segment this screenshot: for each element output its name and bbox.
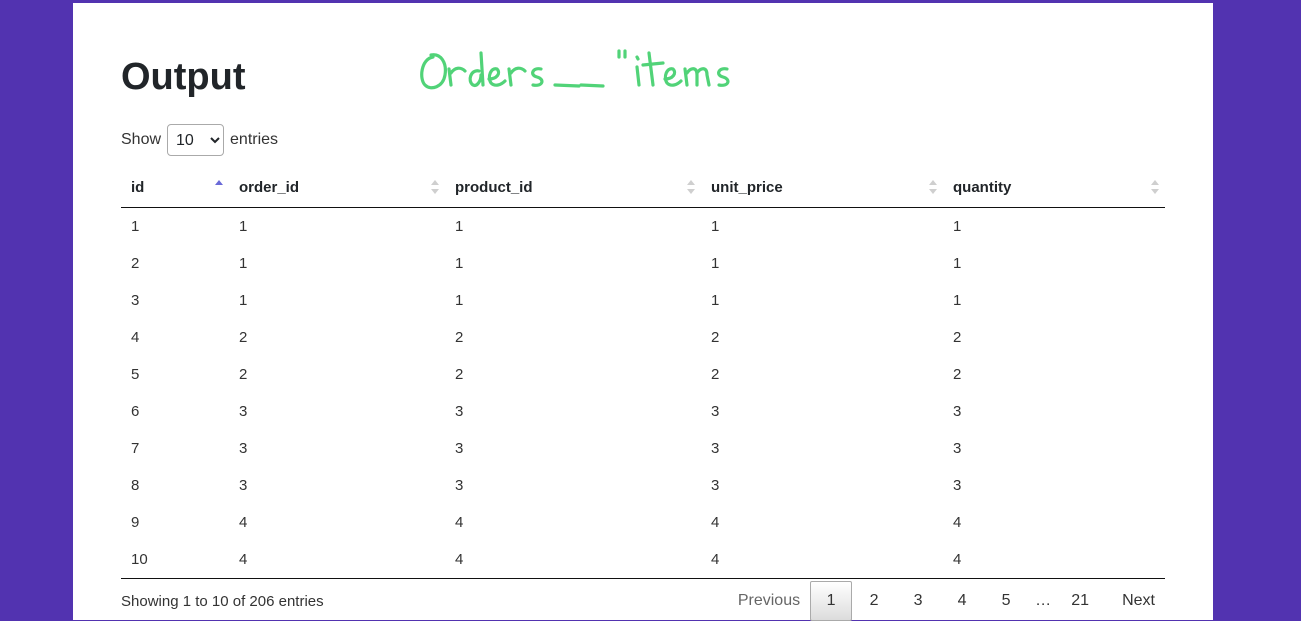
table-row: 4 2 2 2 2: [121, 319, 1165, 356]
table-cell: 1: [711, 292, 720, 309]
column-header-id[interactable]: id: [121, 167, 229, 208]
page-button-2[interactable]: 2: [852, 581, 896, 621]
length-menu: Show 10 entries: [121, 124, 278, 156]
table-cell: 3: [455, 477, 464, 494]
column-header-unit-price[interactable]: unit_price: [701, 167, 943, 208]
column-header-order-id[interactable]: order_id: [229, 167, 445, 208]
previous-page-button[interactable]: Previous: [728, 581, 810, 621]
length-prefix-label: Show: [121, 131, 162, 148]
page-button-1[interactable]: 1: [810, 581, 853, 621]
table-cell: 1: [953, 255, 962, 272]
table-row: 6 3 3 3 3: [121, 393, 1165, 430]
table-cell: 4: [445, 541, 701, 579]
column-header-label: unit_price: [711, 178, 783, 196]
page-button-5[interactable]: 5: [984, 581, 1028, 621]
table-cell: 3: [239, 403, 248, 420]
sort-ascending-icon: [215, 180, 223, 194]
table-cell: 4: [953, 514, 962, 531]
table-cell: 4: [239, 514, 248, 531]
table-row: 5 2 2 2 2: [121, 356, 1165, 393]
sort-both-icon: [687, 180, 695, 194]
table-cell: 2: [953, 329, 962, 346]
table-cell: 4: [701, 541, 943, 579]
table-cell: 1: [455, 292, 464, 309]
table-cell: 4: [229, 541, 445, 579]
table-cell: 2: [711, 366, 720, 383]
table-cell: 2: [455, 329, 464, 346]
table-cell: 1: [953, 218, 962, 235]
table-cell: 1: [711, 218, 720, 235]
handwritten-annotation: [420, 49, 730, 90]
next-page-button[interactable]: Next: [1102, 581, 1165, 621]
table-cell: 1: [239, 218, 248, 235]
table-row: 9 4 4 4 4: [121, 504, 1165, 541]
table-cell: 2: [131, 255, 140, 272]
table-cell: 1: [953, 292, 962, 309]
table-cell: 2: [711, 329, 720, 346]
table-row: 1 1 1 1 1: [121, 208, 1165, 246]
table-cell: 4: [131, 329, 140, 346]
table-row: 2 1 1 1 1: [121, 245, 1165, 282]
table-row: 7 3 3 3 3: [121, 430, 1165, 467]
data-table: id order_id product_id unit_price quanti…: [121, 167, 1165, 579]
sort-both-icon: [1151, 180, 1159, 194]
table-cell: 8: [131, 477, 140, 494]
table-cell: 3: [455, 403, 464, 420]
table-cell: 5: [131, 366, 140, 383]
table-cell: 2: [239, 329, 248, 346]
table-header-row: id order_id product_id unit_price quanti…: [121, 167, 1165, 208]
table-cell: 7: [131, 440, 140, 457]
table-cell: 1: [711, 255, 720, 272]
table-cell: 2: [455, 366, 464, 383]
column-header-label: quantity: [953, 178, 1012, 196]
table-info-text: Showing 1 to 10 of 206 entries: [121, 593, 324, 610]
table-row: 8 3 3 3 3: [121, 467, 1165, 504]
column-header-label: id: [131, 178, 145, 196]
table-cell: 4: [711, 514, 720, 531]
table-cell: 9: [131, 514, 140, 531]
table-cell: 3: [953, 403, 962, 420]
table-cell: 1: [239, 292, 248, 309]
page-button-last[interactable]: 21: [1058, 581, 1102, 621]
sort-both-icon: [929, 180, 937, 194]
table-cell: 3: [953, 477, 962, 494]
page-title: Output: [121, 56, 246, 98]
entries-per-page-select[interactable]: 10: [167, 124, 225, 156]
table-cell: 4: [455, 514, 464, 531]
table-cell: 3: [239, 477, 248, 494]
table-cell: 3: [455, 440, 464, 457]
table-cell: 3: [239, 440, 248, 457]
pagination: Previous 1 2 3 4 5 … 21 Next: [728, 581, 1165, 621]
table-cell: 3: [711, 440, 720, 457]
table-cell: 3: [131, 292, 140, 309]
table-cell: 1: [455, 218, 464, 235]
table-cell: 3: [711, 403, 720, 420]
table-cell: 1: [131, 218, 140, 235]
table-row: 10 4 4 4 4: [121, 541, 1165, 579]
table-cell: 4: [943, 541, 1165, 579]
table-body: 1111121111311114222252222633337333383333…: [121, 208, 1165, 579]
page-button-3[interactable]: 3: [896, 581, 940, 621]
output-panel: Output Show 10 entries id order_id produ…: [73, 3, 1213, 621]
sort-both-icon: [431, 180, 439, 194]
table-cell: 6: [131, 403, 140, 420]
column-header-label: product_id: [455, 178, 533, 196]
table-cell: 2: [239, 366, 248, 383]
column-header-product-id[interactable]: product_id: [445, 167, 701, 208]
table-cell: 3: [711, 477, 720, 494]
table-cell: 1: [455, 255, 464, 272]
table-row: 3 1 1 1 1: [121, 282, 1165, 319]
pagination-ellipsis: …: [1035, 592, 1052, 609]
table-cell: 10: [121, 541, 229, 579]
table-cell: 3: [953, 440, 962, 457]
column-header-quantity[interactable]: quantity: [943, 167, 1165, 208]
column-header-label: order_id: [239, 178, 300, 196]
length-suffix-label: entries: [230, 131, 279, 148]
page-button-4[interactable]: 4: [940, 581, 984, 621]
table-cell: 2: [953, 366, 962, 383]
table-cell: 1: [239, 255, 248, 272]
